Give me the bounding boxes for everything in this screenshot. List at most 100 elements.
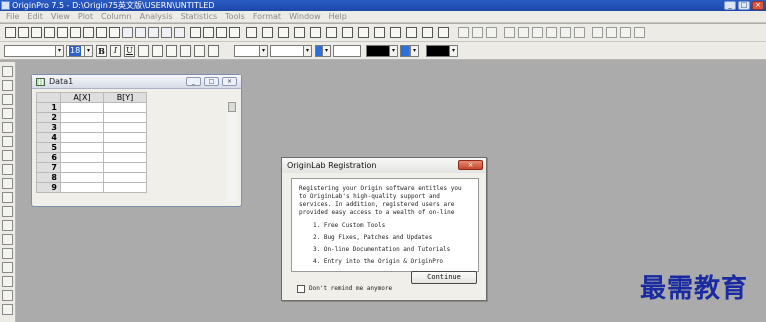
menu-tools[interactable]: Tools bbox=[221, 12, 249, 21]
cell[interactable] bbox=[103, 102, 147, 113]
script-window-icon[interactable] bbox=[294, 27, 305, 38]
scrollbar-thumb[interactable] bbox=[228, 102, 236, 112]
draw-data-icon[interactable] bbox=[2, 150, 13, 161]
cell[interactable] bbox=[103, 132, 147, 143]
column-header-a[interactable]: A[X] bbox=[60, 92, 104, 103]
column-header-b[interactable]: B[Y] bbox=[103, 92, 147, 103]
cell[interactable] bbox=[103, 182, 147, 193]
date-time-icon[interactable] bbox=[406, 27, 417, 38]
cell[interactable] bbox=[60, 152, 104, 163]
decrease-font-icon[interactable] bbox=[208, 45, 219, 57]
line-color-dropdown[interactable]: ▾ bbox=[389, 45, 398, 57]
cell[interactable] bbox=[103, 172, 147, 183]
menu-plot[interactable]: Plot bbox=[74, 12, 97, 21]
cell[interactable] bbox=[103, 112, 147, 123]
select-all-corner[interactable] bbox=[36, 92, 61, 103]
region-tool-icon[interactable] bbox=[2, 276, 13, 287]
italic-button[interactable]: I bbox=[110, 45, 121, 57]
new-matrix-icon[interactable] bbox=[57, 27, 68, 38]
data-reader-icon[interactable] bbox=[2, 122, 13, 133]
minimize-button[interactable]: _ bbox=[724, 1, 736, 10]
line-style-select[interactable] bbox=[270, 45, 306, 57]
fill-pattern-dropdown[interactable]: ▾ bbox=[410, 45, 419, 57]
pointer-icon[interactable] bbox=[2, 66, 13, 77]
menu-help[interactable]: Help bbox=[325, 12, 351, 21]
row-header[interactable]: 6 bbox=[36, 152, 61, 163]
fill-color-dropdown[interactable]: ▾ bbox=[449, 45, 458, 57]
open-template-icon[interactable] bbox=[135, 27, 146, 38]
supersub-icon[interactable] bbox=[166, 45, 177, 57]
timestamp-icon[interactable] bbox=[422, 27, 433, 38]
worksheet-minimize-button[interactable]: _ bbox=[186, 77, 201, 86]
ungroup-icon[interactable] bbox=[606, 27, 617, 38]
continue-button[interactable]: Continue bbox=[411, 271, 477, 284]
row-header[interactable]: 7 bbox=[36, 162, 61, 173]
cell[interactable] bbox=[60, 162, 104, 173]
new-graph-icon[interactable] bbox=[44, 27, 55, 38]
cell[interactable] bbox=[103, 152, 147, 163]
superscript-icon[interactable] bbox=[138, 45, 149, 57]
row-header[interactable]: 4 bbox=[36, 132, 61, 143]
color-dropdown[interactable]: ▾ bbox=[259, 45, 268, 57]
cell[interactable] bbox=[103, 142, 147, 153]
font-size-select[interactable]: 18 bbox=[66, 45, 86, 57]
new-legend-icon[interactable] bbox=[390, 27, 401, 38]
maximize-button[interactable]: □ bbox=[738, 1, 750, 10]
screen-reader-icon[interactable] bbox=[2, 108, 13, 119]
align-right-icon[interactable] bbox=[518, 27, 529, 38]
menu-statistics[interactable]: Statistics bbox=[177, 12, 222, 21]
results-log-icon[interactable] bbox=[278, 27, 289, 38]
freehand-tool-icon[interactable] bbox=[2, 290, 13, 301]
align-vertical-icon[interactable] bbox=[560, 27, 571, 38]
data-selector-icon[interactable] bbox=[2, 136, 13, 147]
row-header[interactable]: 3 bbox=[36, 122, 61, 133]
curved-arrow-icon[interactable] bbox=[2, 192, 13, 203]
align-left-icon[interactable] bbox=[504, 27, 515, 38]
add-layer-icon[interactable] bbox=[358, 27, 369, 38]
fill-pattern-select[interactable] bbox=[400, 45, 410, 57]
code-builder-icon[interactable] bbox=[310, 27, 321, 38]
cell[interactable] bbox=[60, 112, 104, 123]
new-function-icon[interactable] bbox=[70, 27, 81, 38]
line-width-dropdown[interactable]: ▾ bbox=[322, 45, 331, 57]
new-project-icon[interactable] bbox=[5, 27, 16, 38]
rectangle-tool-icon[interactable] bbox=[2, 220, 13, 231]
circle-tool-icon[interactable] bbox=[2, 234, 13, 245]
font-size-dropdown[interactable]: ▾ bbox=[84, 45, 93, 57]
align-horizontal-icon[interactable] bbox=[574, 27, 585, 38]
worksheet-close-button[interactable]: × bbox=[222, 77, 237, 86]
line-color-select[interactable] bbox=[366, 45, 390, 57]
row-header[interactable]: 8 bbox=[36, 172, 61, 183]
group-icon[interactable] bbox=[592, 27, 603, 38]
polyline-tool-icon[interactable] bbox=[2, 248, 13, 259]
row-header[interactable]: 1 bbox=[36, 102, 61, 113]
font-name-select[interactable] bbox=[4, 45, 60, 57]
save-icon[interactable] bbox=[148, 27, 159, 38]
menu-analysis[interactable]: Analysis bbox=[136, 12, 177, 21]
open-curve-icon[interactable] bbox=[2, 304, 13, 315]
zoom-out-icon[interactable] bbox=[2, 94, 13, 105]
cell[interactable] bbox=[60, 122, 104, 133]
worksheet-window[interactable]: Data1 _ □ × A[X] B[Y] 1 2 3 4 5 6 7 8 9 bbox=[31, 74, 242, 207]
menu-column[interactable]: Column bbox=[97, 12, 136, 21]
row-header[interactable]: 5 bbox=[36, 142, 61, 153]
menu-format[interactable]: Format bbox=[249, 12, 285, 21]
font-name-dropdown[interactable]: ▾ bbox=[55, 45, 64, 57]
cell[interactable] bbox=[60, 172, 104, 183]
increase-font-icon[interactable] bbox=[194, 45, 205, 57]
copy-page-icon[interactable] bbox=[246, 27, 257, 38]
cell[interactable] bbox=[103, 162, 147, 173]
back-icon[interactable] bbox=[634, 27, 645, 38]
color-scale-icon[interactable] bbox=[438, 27, 449, 38]
save-template-icon[interactable] bbox=[161, 27, 172, 38]
export-icon[interactable] bbox=[174, 27, 185, 38]
close-button[interactable]: × bbox=[752, 1, 764, 10]
refresh-icon[interactable] bbox=[203, 27, 214, 38]
cell[interactable] bbox=[60, 182, 104, 193]
worksheet-title-bar[interactable]: Data1 _ □ × bbox=[32, 75, 241, 89]
align-top-icon[interactable] bbox=[532, 27, 543, 38]
import-icon[interactable] bbox=[109, 27, 120, 38]
greek-icon[interactable] bbox=[180, 45, 191, 57]
worksheet-maximize-button[interactable]: □ bbox=[204, 77, 219, 86]
pattern-select[interactable] bbox=[333, 45, 361, 57]
